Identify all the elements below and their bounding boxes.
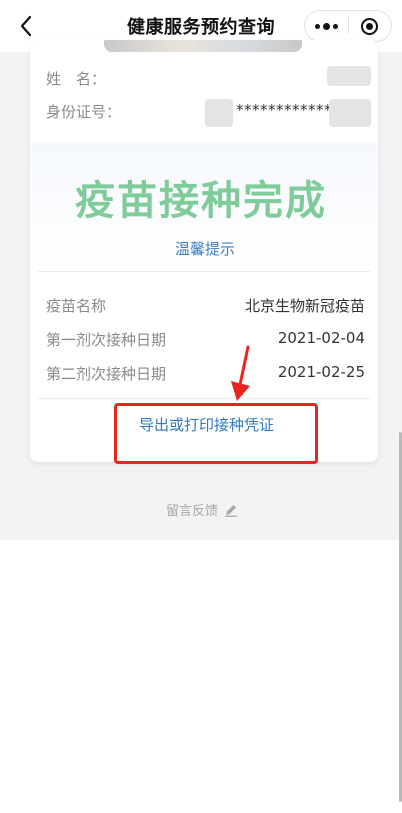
- tip-link[interactable]: 温馨提示: [0, 238, 402, 259]
- feedback-link[interactable]: 留言反馈: [166, 500, 238, 519]
- id-prefix-redacted: [205, 99, 233, 127]
- second-dose-value: 2021-02-25: [277, 363, 365, 381]
- second-dose-label: 第二剂次接种日期: [46, 365, 167, 383]
- section-divider: [38, 271, 370, 272]
- id-label: 身份证号：: [46, 102, 122, 121]
- name-label: 姓 名：: [46, 69, 107, 88]
- id-masked-value: ************: [236, 101, 332, 119]
- first-dose-label: 第一剂次接种日期: [46, 331, 167, 349]
- action-divider: [38, 398, 370, 399]
- vaccine-name-value: 北京生物新冠疫苗: [244, 297, 365, 315]
- pencil-icon: [225, 504, 238, 517]
- first-dose-value: 2021-02-04: [277, 329, 365, 347]
- more-dots-icon[interactable]: [305, 11, 348, 41]
- chevron-left-icon[interactable]: [14, 14, 38, 38]
- mini-program-capsule: [304, 10, 392, 42]
- id-suffix-redacted: [329, 99, 371, 127]
- highlight-box: [114, 403, 318, 464]
- status-title: 疫苗接种完成: [75, 178, 327, 224]
- arrow-down-icon: [231, 345, 250, 401]
- page-title: 健康服务预约查询: [127, 17, 275, 38]
- name-value-redacted: [327, 66, 371, 86]
- avatar-photo: [104, 40, 302, 52]
- vaccine-name-label: 疫苗名称: [46, 297, 107, 315]
- feedback-label: 留言反馈: [166, 504, 219, 519]
- mini-program-close-icon[interactable]: [349, 11, 392, 41]
